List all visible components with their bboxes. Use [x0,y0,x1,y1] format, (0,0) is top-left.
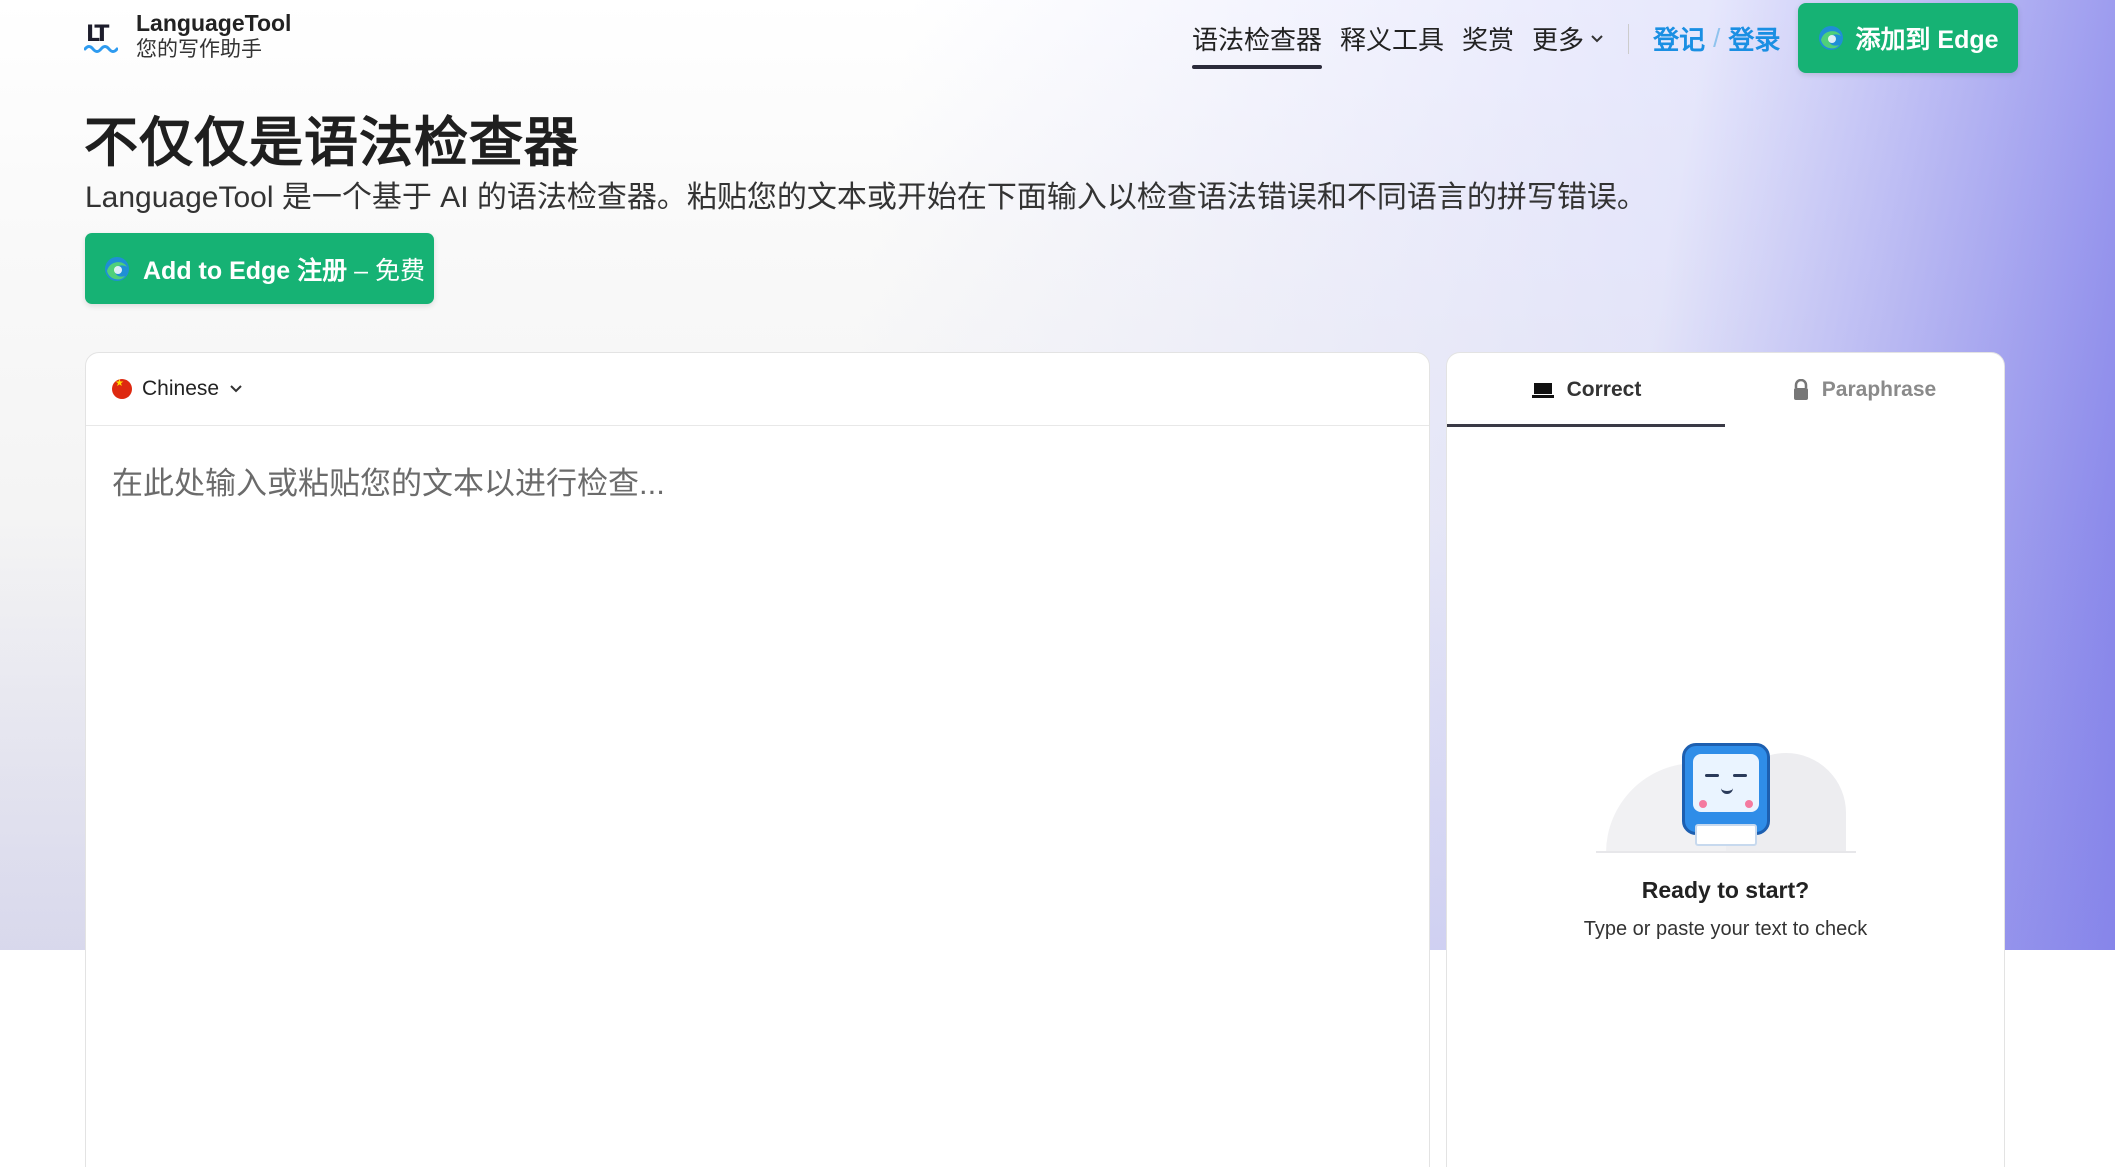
robot-screen [1692,754,1759,812]
nav-divider [1628,23,1630,54]
signup-cta-free: – 免费 [347,256,425,285]
register-link[interactable]: 登记 [1653,20,1705,57]
side-panel-tabs: Correct Paraphrase [1447,353,2004,427]
ground-line [1595,851,1856,853]
robot-mouth [1720,788,1733,794]
nav-grammar-checker[interactable]: 语法检查器 [1192,20,1323,69]
chevron-down-icon[interactable] [229,384,243,394]
text-input-placeholder: 在此处输入或粘贴您的文本以进行检查... [112,466,665,501]
chevron-down-icon [1591,34,1603,42]
china-flag-icon [112,379,132,399]
robot-eye [1704,774,1719,777]
ready-subtitle: Type or paste your text to check [1583,918,1868,940]
nav-label: 更多 [1532,25,1585,55]
lock-icon [1793,379,1808,400]
nav-more[interactable]: 更多 [1532,20,1604,67]
page-subtitle: LanguageTool 是一个基于 AI 的语法检查器。粘贴您的文本或开始在下… [85,181,1647,214]
edge-icon [105,256,129,281]
nav-label: 释义工具 [1340,25,1445,55]
editor-toolbar: Chinese [86,353,1429,426]
nav-paraphraser[interactable]: 释义工具 [1340,20,1444,67]
ready-title: Ready to start? [1641,877,1810,903]
page-title: 不仅仅是语法检查器 [84,113,579,173]
editor-card: Chinese 在此处输入或粘贴您的文本以进行检查... [85,352,1430,1167]
app-name: LanguageTool [136,10,292,36]
tab-correct[interactable]: Correct [1447,353,1725,427]
auth-links: 登记 / 登录 [1653,20,1780,67]
tab-label: Correct [1566,378,1642,401]
wave-icon [84,45,118,53]
robot-eye [1732,774,1747,777]
side-panel: Correct Paraphrase Ready to start? Type … [1446,352,2005,1167]
login-link[interactable]: 登录 [1728,20,1780,57]
text-input-area[interactable]: 在此处输入或粘贴您的文本以进行检查... [112,458,1403,503]
nav-label: 奖赏 [1462,25,1515,55]
logo-text: LanguageTool 您的写作助手 [136,10,291,64]
robot-cheek [1698,800,1707,808]
main-nav: 语法检查器 释义工具 奖赏 更多 登记 / 登录 [1192,20,1780,69]
language-selector[interactable]: Chinese [142,377,219,401]
robot-cheek [1744,800,1753,808]
edge-icon [1819,26,1844,50]
tab-label: Paraphrase [1821,378,1937,401]
nav-rewards[interactable]: 奖赏 [1462,20,1514,67]
robot-mascot-icon [1681,743,1770,846]
logo[interactable]: LT LanguageTool 您的写作助手 [84,10,291,64]
add-to-edge-label: 添加到 Edge [1855,26,1999,54]
signup-cta-label: Add to Edge 注册 [143,256,348,285]
laptop-icon [1531,383,1554,398]
app-tagline: 您的写作助手 [136,38,262,61]
robot-paper [1694,824,1757,846]
auth-separator: / [1713,23,1721,53]
header: LT LanguageTool 您的写作助手 语法检查器 释义工具 奖赏 更多 [0,0,2115,80]
add-to-edge-signup-button[interactable]: Add to Edge 注册 – 免费 [85,233,434,304]
robot-illustration [1595,743,1856,853]
add-to-edge-button[interactable]: 添加到 Edge [1798,3,2018,73]
page: LT LanguageTool 您的写作助手 语法检查器 释义工具 奖赏 更多 [0,0,2115,1167]
tab-paraphrase[interactable]: Paraphrase [1725,353,2003,427]
ready-state: Ready to start? Type or paste your text … [1447,743,2004,941]
logo-icon: LT [84,18,122,56]
nav-label: 语法检查器 [1192,25,1323,55]
